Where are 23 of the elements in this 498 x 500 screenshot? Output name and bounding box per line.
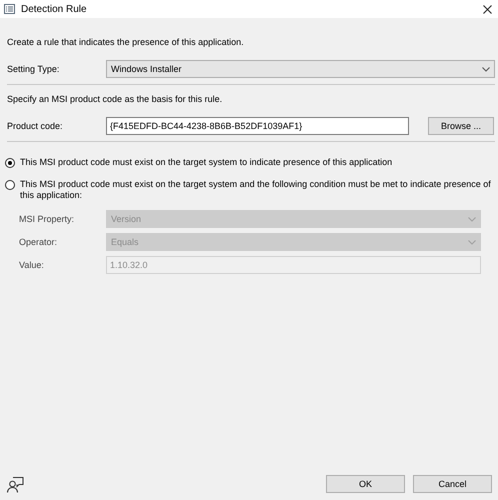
close-icon[interactable] bbox=[483, 4, 492, 14]
instruction-text: Specify an MSI product code as the basis for this rule. bbox=[7, 94, 222, 104]
user-feedback-icon[interactable] bbox=[7, 476, 24, 492]
condition-label: MSI Property: bbox=[19, 214, 76, 224]
browse-button[interactable]: Browse ... bbox=[428, 117, 494, 135]
window-title: Detection Rule bbox=[21, 4, 88, 14]
condition-label: Operator: bbox=[19, 237, 58, 247]
ok-button[interactable]: OK bbox=[326, 475, 405, 493]
radio-button[interactable] bbox=[5, 158, 15, 168]
option-text: This MSI product code must exist on the target system to indicate presence of this application bbox=[20, 157, 392, 168]
list-icon bbox=[4, 4, 15, 14]
setting-type-label: Setting Type: bbox=[7, 64, 60, 74]
option-text: This MSI product code must exist on the target system and the following condition must be met to indicate presence of this application: bbox=[20, 179, 492, 201]
chevron-down-icon bbox=[468, 216, 476, 222]
cancel-button[interactable]: Cancel bbox=[413, 475, 492, 493]
chevron-down-icon bbox=[468, 240, 476, 244]
condition-label: Value: bbox=[19, 260, 45, 270]
intro-text: Create a rule that indicates the presence of this application. bbox=[7, 37, 244, 47]
radio-button[interactable] bbox=[5, 180, 15, 190]
setting-type-select[interactable]: Windows Installer bbox=[106, 60, 495, 78]
chevron-down-icon bbox=[482, 66, 490, 72]
product-code-label: Product code: bbox=[7, 121, 64, 131]
product-code-field[interactable]: {F415EDFD-BC44-4238-8B6B-B52DF1039AF1} bbox=[106, 117, 409, 135]
